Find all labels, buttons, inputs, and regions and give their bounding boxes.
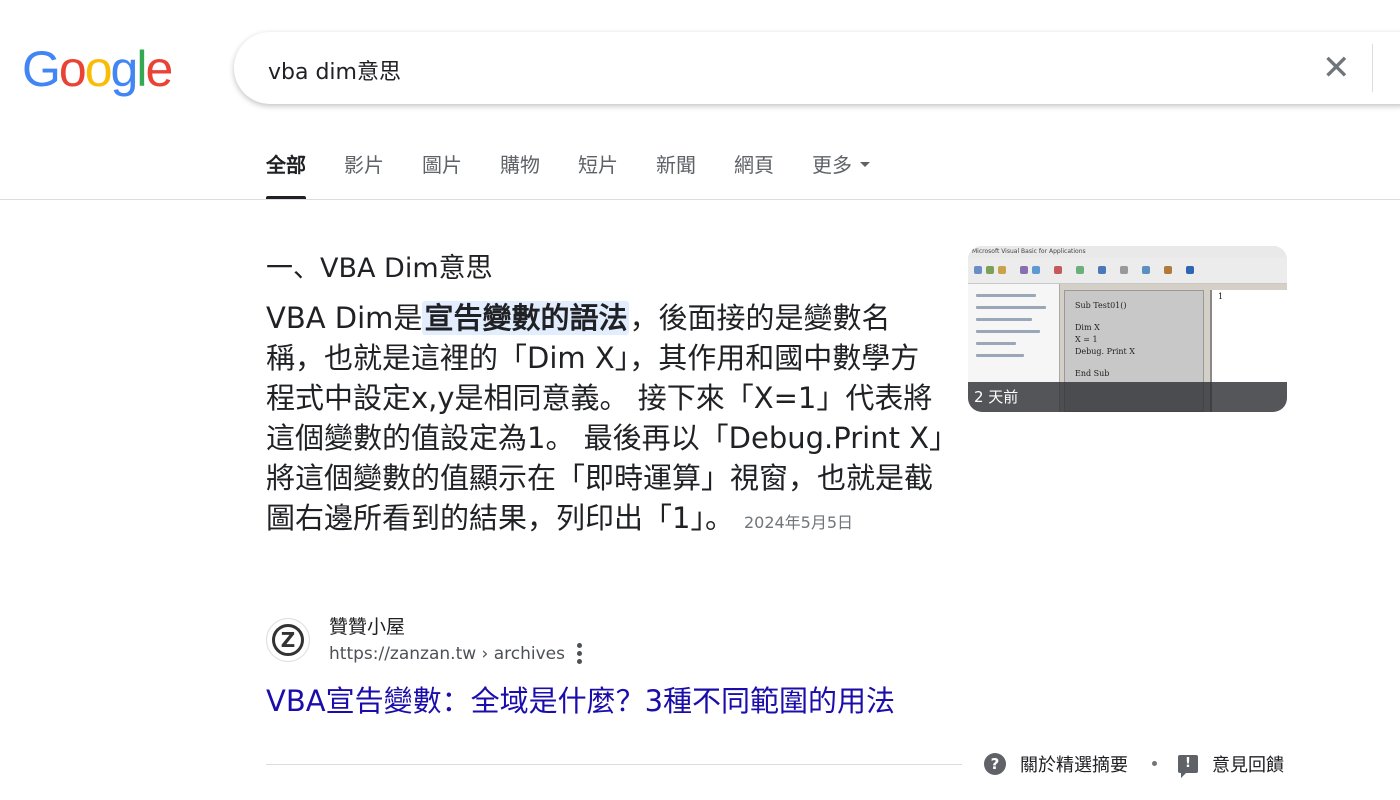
caret-down-icon [860, 162, 870, 167]
snippet-text: VBA Dim是 [266, 301, 423, 335]
thumbnail-caption: 2 天前 [968, 382, 1287, 412]
about-featured-snippets-link[interactable]: ? 關於精選摘要 [984, 751, 1128, 777]
tab-label: 新聞 [656, 153, 696, 177]
tab-label: 影片 [344, 153, 384, 177]
tabs-divider [0, 199, 1400, 200]
snippet-body: VBA Dim是宣告變數的語法，後面接的是變數名稱，也就是這裡的「Dim X」，… [266, 298, 946, 543]
site-url[interactable]: https://zanzan.tw › archives [329, 644, 565, 664]
site-favicon[interactable]: Z [266, 618, 310, 662]
feedback-link[interactable]: ! 意見回饋 [1178, 751, 1284, 778]
logo-letter: l [136, 41, 147, 97]
search-box[interactable]: vba dim意思 ✕ [234, 32, 1400, 104]
tab-label: 更多 [812, 153, 852, 177]
thumbnail-titlebar: Microsoft Visual Basic for Applications [968, 246, 1287, 258]
footer-divider [266, 764, 962, 765]
snippet-date: 2024年5月5日 [743, 513, 854, 532]
code-line: End Sub [1075, 369, 1110, 378]
snippet-heading: 一、VBA Dim意思 [266, 253, 493, 284]
tab-label: 全部 [266, 153, 306, 177]
search-divider [1372, 44, 1373, 92]
code-line: Dim X [1075, 323, 1100, 332]
tab-more[interactable]: 更多 [812, 148, 870, 200]
thumbnail-toolbar [968, 258, 1287, 284]
favicon-letter: Z [272, 624, 304, 656]
tab-short-videos[interactable]: 短片 [578, 148, 618, 200]
search-input[interactable]: vba dim意思 [268, 54, 401, 86]
tab-images[interactable]: 圖片 [422, 148, 462, 200]
logo-letter: e [145, 41, 173, 97]
dot-separator [1152, 761, 1157, 766]
feedback-icon: ! [1178, 755, 1198, 778]
code-line: Debug. Print X [1075, 347, 1135, 356]
google-logo[interactable]: Google [22, 41, 173, 97]
tab-web[interactable]: 網頁 [734, 148, 774, 200]
result-title-link[interactable]: VBA宣告變數：全域是什麼？3種不同範圍的用法 [266, 678, 895, 720]
logo-letter: o [58, 41, 87, 97]
help-icon: ? [984, 753, 1006, 775]
snippet-text: ，後面接的是變數名稱，也就是這裡的「Dim X」，其作用和國中數學方程式中設定x… [266, 301, 944, 535]
logo-letter: g [110, 41, 139, 97]
tab-label: 購物 [500, 153, 540, 177]
code-line: X = 1 [1075, 335, 1098, 344]
snippet-thumbnail[interactable]: Microsoft Visual Basic for Applications … [968, 246, 1287, 412]
clear-search-icon[interactable]: ✕ [1322, 50, 1351, 86]
about-label: 關於精選摘要 [1020, 755, 1128, 776]
logo-letter: o [84, 41, 113, 97]
tab-label: 圖片 [422, 153, 462, 177]
tab-label: 網頁 [734, 153, 774, 177]
tab-all[interactable]: 全部 [266, 148, 306, 200]
snippet-highlight: 宣告變數的語法 [422, 301, 630, 335]
tab-news[interactable]: 新聞 [656, 148, 696, 200]
logo-letter: G [22, 41, 61, 97]
immediate-output: 1 [1218, 292, 1224, 301]
more-options-icon[interactable] [568, 642, 592, 666]
feedback-label: 意見回饋 [1212, 755, 1284, 776]
search-tabs: 全部 影片 圖片 購物 短片 新聞 網頁 更多 [266, 148, 908, 200]
code-line: Sub Test01() [1075, 301, 1127, 310]
tab-videos[interactable]: 影片 [344, 148, 384, 200]
site-name[interactable]: 贊贊小屋 [329, 612, 405, 639]
tab-shopping[interactable]: 購物 [500, 148, 540, 200]
tab-label: 短片 [578, 153, 618, 177]
